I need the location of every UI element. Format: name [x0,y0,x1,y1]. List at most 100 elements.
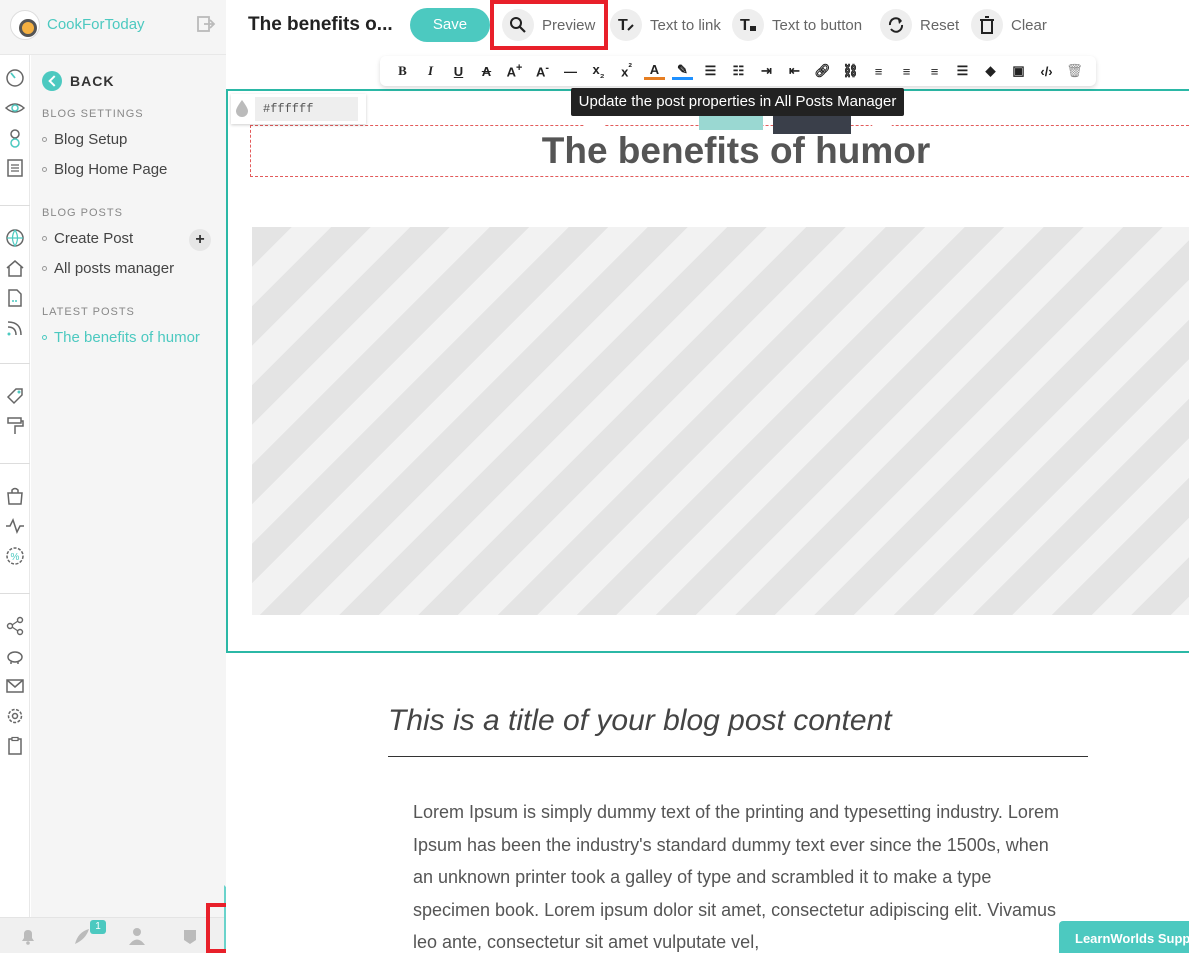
rail-divider [0,205,30,206]
section-heading-latest-posts: LATEST POSTS [42,306,135,318]
svg-text:T: T [618,17,628,34]
share-icon[interactable] [5,616,25,636]
color-drop-icon [236,100,248,117]
section-heading-blog-posts: BLOG POSTS [42,207,123,219]
indent-button[interactable]: ⇥ [756,63,777,79]
align-center-button[interactable]: ≡ [896,64,917,79]
app-window: CookForToday % BACK BLOG SETTINGS Blog S… [0,0,1189,953]
eye-icon[interactable] [5,98,25,118]
trash-icon [971,9,1003,41]
blog-sidebar: BACK BLOG SETTINGS Blog Setup Blog Home … [31,55,226,917]
delete-icon[interactable]: 🗑︎ [1064,63,1085,79]
svg-text:%: % [11,552,20,563]
discount-icon[interactable]: % [5,546,25,566]
justify-button[interactable]: ☰ [952,63,973,79]
page-icon[interactable] [5,288,25,308]
text-color-button[interactable]: A [644,62,665,80]
support-button[interactable]: LearnWorlds Support [1059,921,1189,953]
post-title[interactable]: The benefits of humor [250,130,1189,172]
subscript-button[interactable]: x₂ [588,62,609,81]
brand-header: CookForToday [0,0,226,55]
underline-button[interactable]: U [448,64,469,79]
subtitle-divider [388,756,1088,757]
top-toolbar: The benefits o... Save Preview T Text to… [226,0,1189,55]
align-right-button[interactable]: ≡ [924,64,945,79]
shopping-bag-icon[interactable] [5,486,25,506]
rss-icon[interactable] [5,318,25,338]
help-icon[interactable] [180,926,200,946]
globe-icon[interactable] [5,228,25,248]
rail-divider [0,463,30,464]
text-to-button-label: Text to button [772,16,863,34]
text-to-link-button[interactable]: T Text to link [610,8,721,42]
font-size-down-button[interactable]: A- [532,62,553,79]
superscript-button[interactable]: x² [616,62,637,79]
piggy-bank-icon[interactable] [5,646,25,666]
highlight-button[interactable]: ✎ [672,62,693,80]
clear-button[interactable]: Clear [971,8,1047,42]
text-button-icon: T [732,9,764,41]
sidebar-item-all-posts-manager[interactable]: All posts manager [42,260,174,277]
brand-name[interactable]: CookForToday [47,16,145,33]
reset-button[interactable]: Reset [880,8,959,42]
page-title: The benefits o... [248,14,393,35]
feather-icon[interactable] [72,926,92,946]
code-button[interactable]: ‹/› [1036,64,1057,79]
background-color-picker[interactable]: #ffffff [231,94,366,124]
mail-icon[interactable] [5,676,25,696]
text-link-icon: T [610,9,642,41]
gear-icon[interactable] [5,706,25,726]
bold-button[interactable]: B [392,63,413,79]
clear-format-button[interactable]: ◆ [980,63,1001,79]
icon-rail: % [0,55,30,917]
user-profile-icon[interactable] [127,926,147,946]
outdent-button[interactable]: ⇤ [784,63,805,79]
link-icon[interactable]: 🔗︎ [812,63,833,79]
home-icon[interactable] [5,258,25,278]
image-icon[interactable]: ▣ [1008,63,1029,79]
clear-label: Clear [1011,16,1047,34]
sidebar-item-latest-post[interactable]: The benefits of humor [42,329,200,346]
reset-icon [880,9,912,41]
exit-icon[interactable] [196,14,216,34]
sidebar-item-blog-home-page[interactable]: Blog Home Page [42,161,167,178]
color-hex-input[interactable]: #ffffff [255,97,358,121]
preview-highlight-frame [490,0,608,50]
speedometer-icon[interactable] [5,68,25,88]
hero-image-placeholder[interactable] [252,227,1189,615]
bell-icon[interactable] [18,926,38,946]
tag-icon[interactable] [5,386,25,406]
back-button[interactable]: BACK [42,71,114,91]
horizontal-rule-button[interactable]: — [560,64,581,79]
italic-button[interactable]: I [420,63,441,79]
clipboard-icon[interactable] [5,736,25,756]
strikethrough-button[interactable]: A [476,64,497,79]
rail-divider [0,363,30,364]
numbered-list-button[interactable]: ☷ [728,63,749,79]
bullet-list-button[interactable]: ☰ [700,63,721,79]
unlink-icon[interactable]: ⛓︎ [840,63,861,79]
sidebar-item-create-post[interactable]: Create Post [42,230,133,247]
format-toolbar: B I U A A+ A- — x₂ x² A ✎ ☰ ☷ ⇥ ⇤ 🔗︎ ⛓︎ … [380,56,1096,86]
rail-divider [0,593,30,594]
tooltip: Update the post properties in All Posts … [571,88,904,116]
blog-post-subtitle[interactable]: This is a title of your blog post conten… [388,704,892,738]
chevron-left-icon [42,71,62,91]
svg-text:T: T [740,17,750,34]
activity-icon[interactable] [5,516,25,536]
back-label: BACK [70,73,115,89]
text-to-link-label: Text to link [650,16,721,34]
section-heading-blog-settings: BLOG SETTINGS [42,108,144,120]
paint-roller-icon[interactable] [5,416,25,436]
reset-label: Reset [920,16,960,34]
blog-post-body[interactable]: Lorem Ipsum is simply dummy text of the … [413,796,1073,953]
brand-logo-icon[interactable] [10,10,40,40]
save-button[interactable]: Save [410,8,490,42]
user-icon[interactable] [5,128,25,148]
text-to-button-button[interactable]: T Text to button [732,8,862,42]
font-size-up-button[interactable]: A+ [504,62,525,79]
add-post-button[interactable]: + [189,229,211,251]
align-left-button[interactable]: ≡ [868,64,889,79]
sidebar-item-blog-setup[interactable]: Blog Setup [42,131,127,148]
document-icon[interactable] [5,158,25,178]
